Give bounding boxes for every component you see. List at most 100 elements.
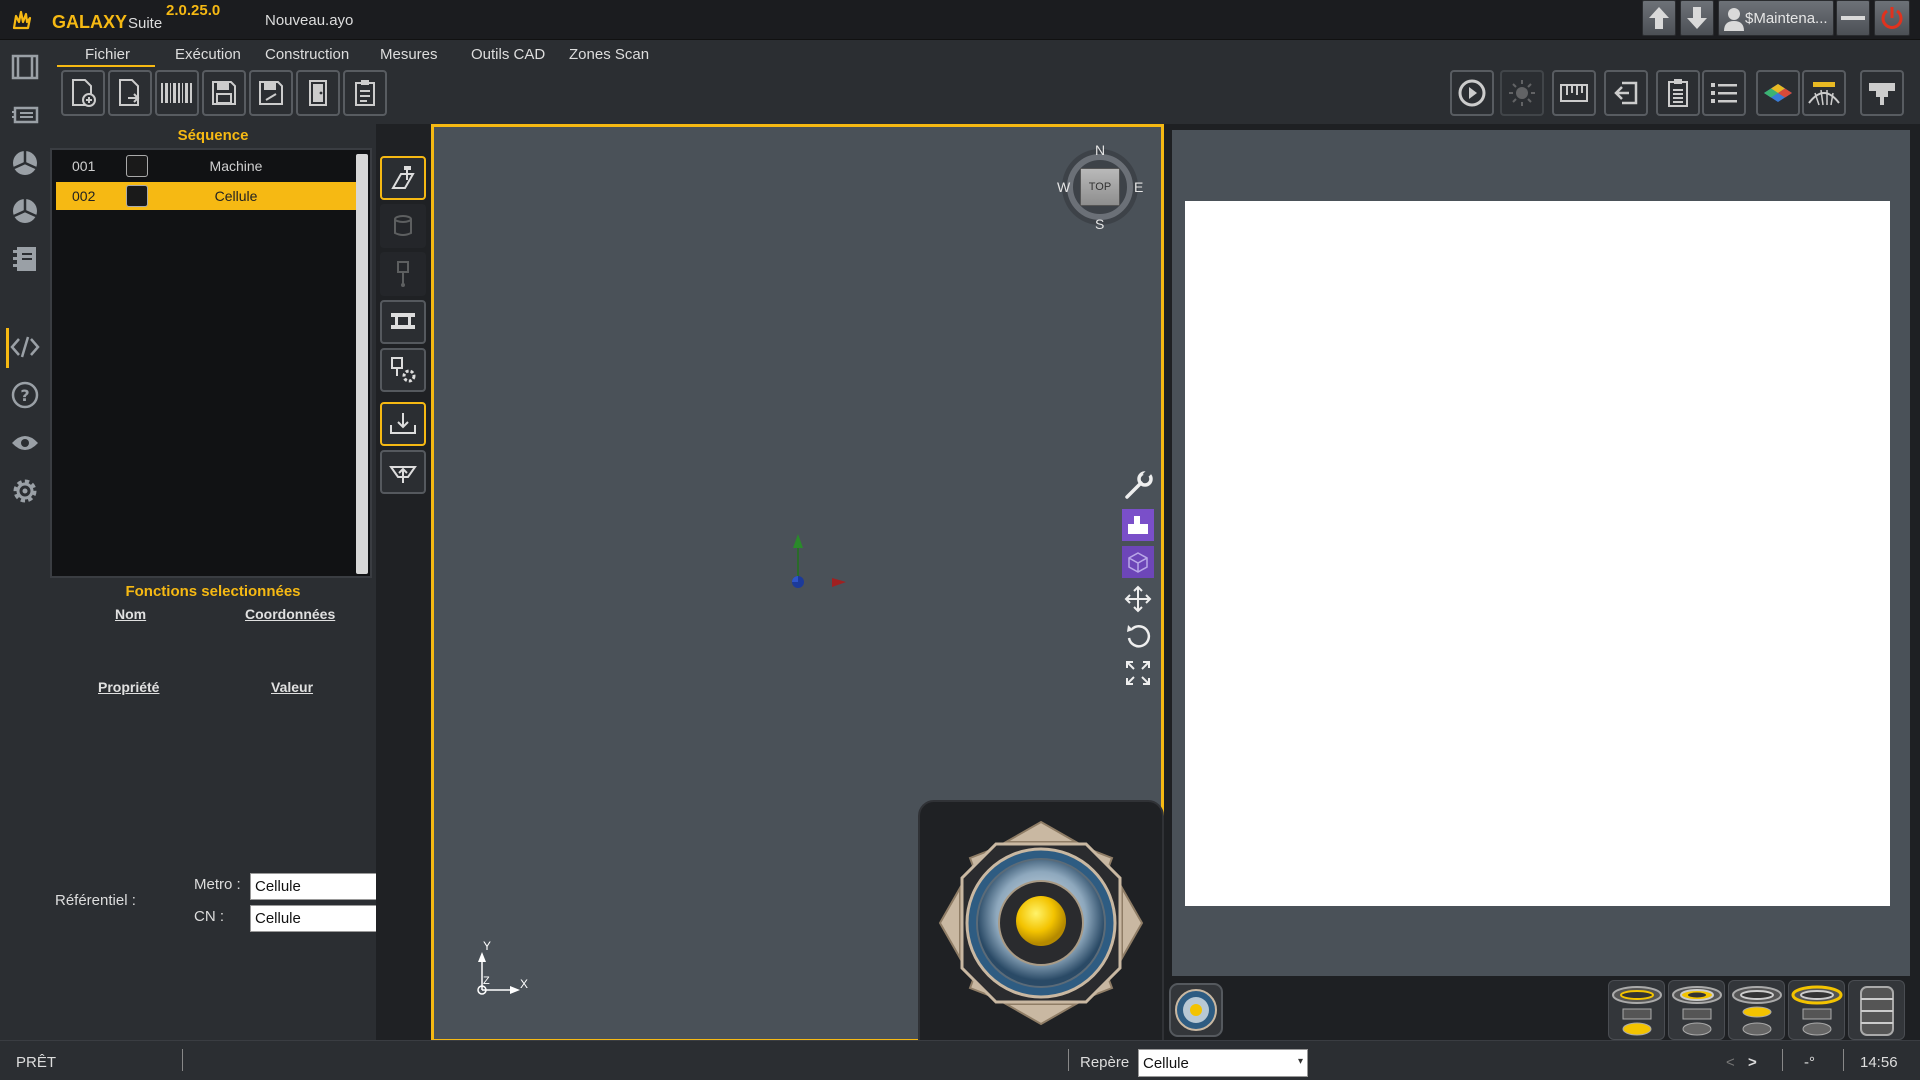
barcode-button[interactable] [155,70,199,116]
exit-door-button[interactable] [296,70,340,116]
help-icon[interactable]: ? [10,380,40,410]
sun-icon [1509,80,1535,106]
lens-button-1[interactable] [1608,980,1665,1040]
minimize-button[interactable] [1836,0,1870,36]
joystick-control[interactable] [936,818,1146,1028]
status-divider [1068,1049,1069,1071]
nav-prev-button[interactable]: < [1726,1054,1735,1071]
vertical-toolstrip [376,124,432,1040]
axis-x-label: X [520,977,529,991]
checklist-button[interactable] [343,70,387,116]
rotate-icon [1127,625,1151,648]
viewcube-top[interactable]: TOP [1080,168,1120,206]
list-button[interactable] [1702,70,1746,116]
compass-south: S [1095,216,1105,232]
pie-chart-alt-icon[interactable] [10,196,40,226]
play-circle-icon [1458,79,1486,107]
functions-panel: Fonctions selectionnées Nom Coordonnées … [50,580,407,1040]
fit-view-tool[interactable] [1122,657,1154,689]
ruler-button[interactable] [1552,70,1596,116]
menu-construction[interactable]: Construction [265,46,349,63]
app-logo-icon [10,8,34,32]
user-label: $Maintena... [1745,9,1828,27]
upload-button[interactable] [1642,0,1676,36]
probe-button[interactable] [1860,70,1904,116]
axis-triad [477,952,520,995]
surface-map-button[interactable] [1756,70,1800,116]
surface-tool-button[interactable] [380,450,426,494]
probe-tool-button[interactable] [380,252,426,296]
left-rail: ? [0,40,50,1040]
barcode-icon [161,83,192,103]
column-header-valeur[interactable]: Valeur [271,679,313,695]
column-header-nom[interactable]: Nom [115,606,146,622]
eye-icon[interactable] [10,428,40,458]
cn-select-value: Cellule [255,910,301,927]
import-button[interactable] [1604,70,1648,116]
notebook-icon[interactable] [10,244,40,274]
camera-image[interactable] [1185,201,1890,906]
clipboard-list-icon [1668,79,1688,107]
ring-light-icon [1672,986,1722,1036]
save-icon [212,81,236,105]
open-file-button[interactable] [108,70,152,116]
box-view-button[interactable] [1122,546,1154,578]
report-button[interactable] [1656,70,1700,116]
clipboard-icon [355,80,375,106]
download-button[interactable] [1680,0,1714,36]
frame-icon[interactable] [10,52,40,82]
layers-icon[interactable] [10,100,40,130]
nav-next-button[interactable]: > [1748,1054,1757,1071]
sequence-row[interactable]: 001 Machine [56,152,356,180]
code-icon[interactable] [10,332,40,362]
menu-outils-cad[interactable]: Outils CAD [471,46,545,63]
lens-button-2[interactable] [1668,980,1725,1040]
lens-button-3[interactable] [1728,980,1785,1040]
menu-execution[interactable]: Exécution [175,46,241,63]
metro-label: Metro : [194,876,241,893]
app-version: 2.0.25.0 [166,2,221,19]
pie-chart-icon[interactable] [10,148,40,178]
save-as-button[interactable] [249,70,293,116]
light-button[interactable] [1500,70,1544,116]
color-map-icon [1764,84,1792,102]
gear-icon[interactable] [10,476,40,506]
probe-settings-button[interactable] [380,348,426,392]
sequence-title: Séquence [177,127,249,144]
pan-tool[interactable] [1122,583,1154,615]
scan-grid-icon [1808,82,1840,106]
lens-button-5[interactable] [1848,980,1905,1040]
arrow-up-icon [1649,7,1669,29]
metro-select-value: Cellule [255,878,301,895]
user-button[interactable]: $Maintena... [1718,0,1834,36]
column-header-propriete[interactable]: Propriété [98,679,159,695]
save-button[interactable] [202,70,246,116]
menu-zones-scan[interactable]: Zones Scan [569,46,649,63]
joystick-toggle-button[interactable] [1168,982,1224,1038]
app-suite-label: Suite [128,15,163,32]
sequence-scrollbar[interactable] [356,154,368,574]
scan-grid-button[interactable] [1802,70,1846,116]
run-button[interactable] [1450,70,1494,116]
chevron-down-icon: ▾ [1297,1056,1303,1067]
power-button[interactable] [1874,0,1910,36]
cylinder-tool-button[interactable] [380,204,426,248]
repere-select[interactable]: Cellule ▾ [1138,1049,1308,1077]
part-view-button[interactable] [1122,509,1154,541]
fixture-tool-button[interactable] [380,300,426,344]
compass-east: E [1134,179,1144,195]
column-header-coordonnees[interactable]: Coordonnées [245,606,335,622]
menu-fichier[interactable]: Fichier [85,46,130,63]
lens-button-4[interactable] [1788,980,1845,1040]
new-file-button[interactable] [61,70,105,116]
sequence-row[interactable]: 002 Cellule [56,182,356,210]
status-state: PRÊT [16,1054,57,1071]
ring-light-icon [1612,986,1662,1036]
plane-tool-button[interactable] [380,156,426,200]
tray-tool-button[interactable] [380,402,426,446]
probe-gear-icon [391,357,416,383]
rotate-tool[interactable] [1122,620,1154,652]
wrench-tool[interactable] [1122,470,1154,502]
menu-mesures[interactable]: Mesures [380,46,438,63]
axis-z-label: Z [483,975,490,987]
